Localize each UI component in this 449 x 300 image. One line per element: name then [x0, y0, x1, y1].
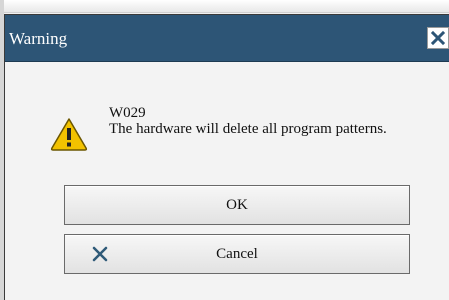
message-text: The hardware will delete all program pat… — [109, 121, 387, 137]
cancel-button[interactable]: Cancel — [64, 234, 410, 274]
dialog-title: Warning — [9, 29, 68, 48]
ok-button[interactable]: OK — [64, 185, 410, 225]
dialog-titlebar: Warning — [5, 15, 449, 62]
close-icon — [430, 30, 446, 46]
cancel-button-label: Cancel — [216, 245, 258, 262]
x-icon — [92, 246, 108, 262]
background-top-strip — [0, 0, 449, 13]
message-code: W029 — [109, 105, 146, 121]
ok-button-label: OK — [226, 196, 248, 213]
close-button[interactable] — [427, 27, 449, 49]
warning-triangle-icon — [50, 118, 88, 151]
warning-dialog: Warning W029 The hardware will delete al… — [4, 14, 449, 300]
